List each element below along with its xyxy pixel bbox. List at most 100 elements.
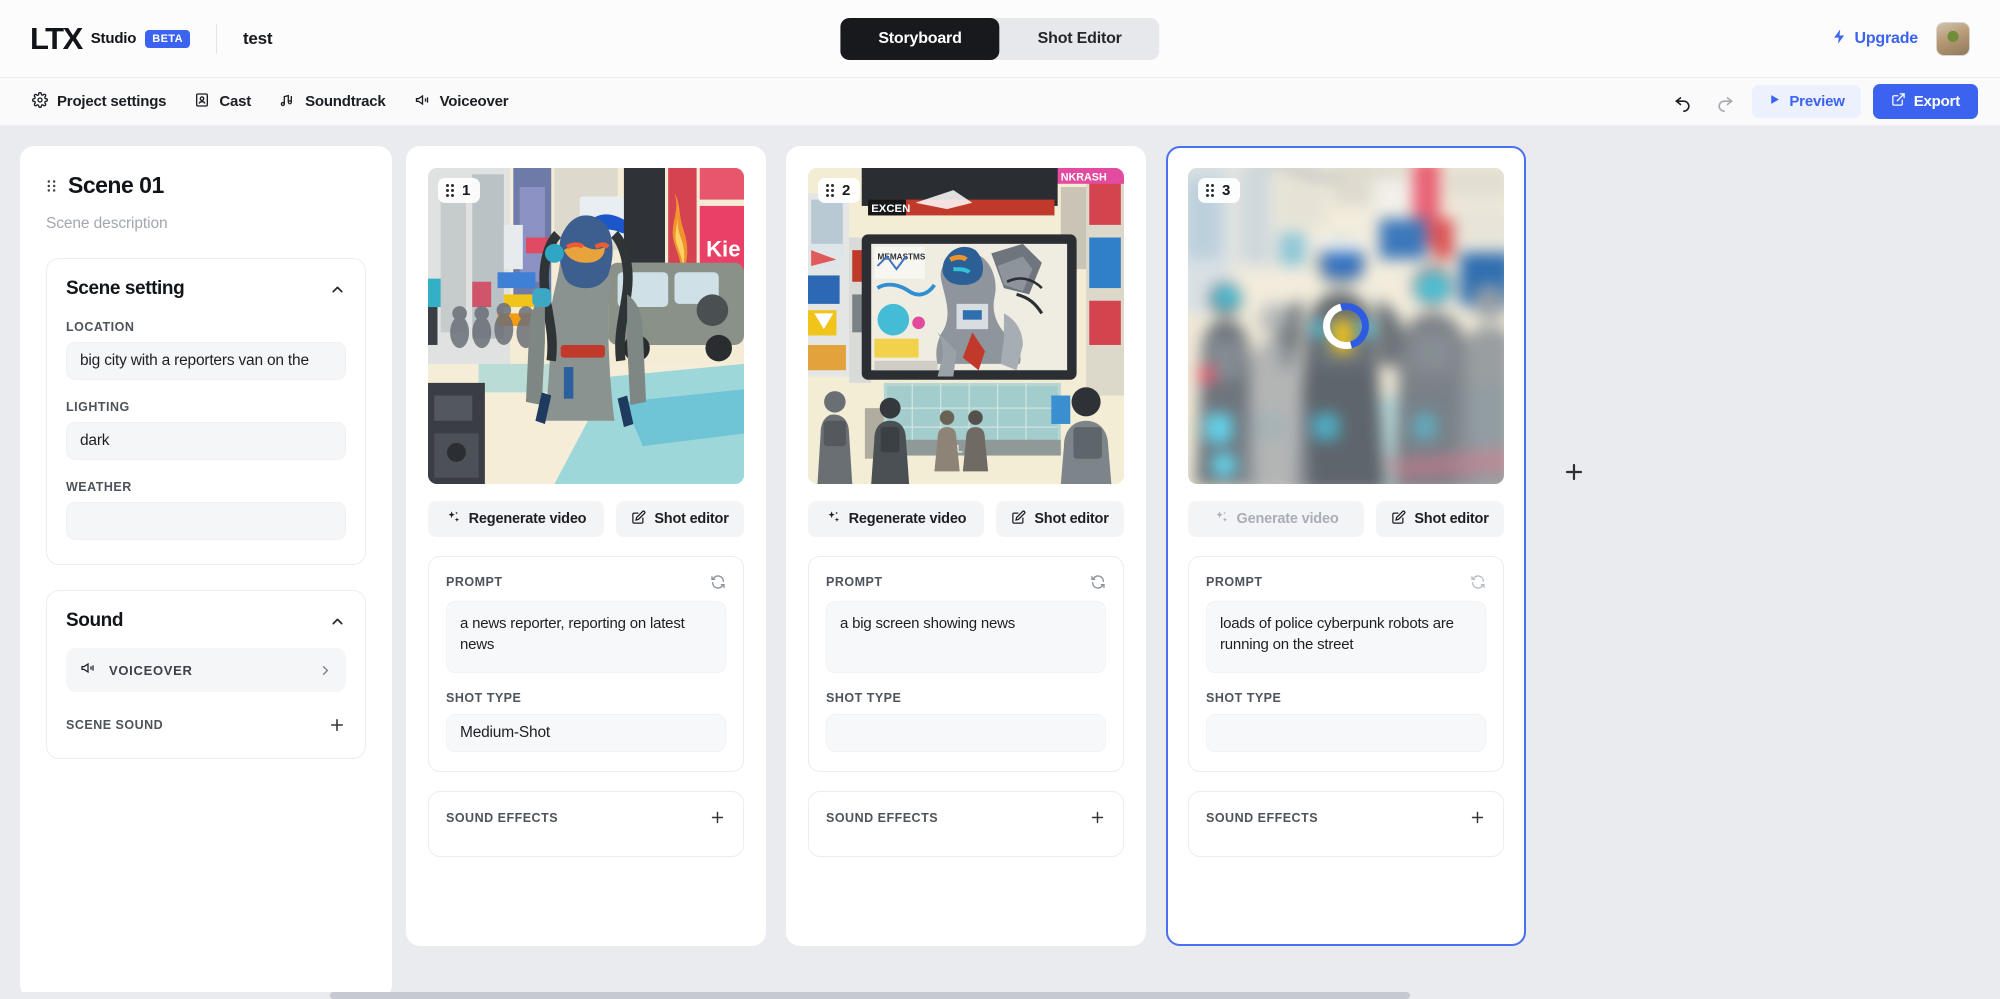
shot-thumbnail[interactable]: 3 <box>1188 168 1504 484</box>
shot-editor-button[interactable]: Shot editor <box>616 501 744 537</box>
toolbar-item-project-settings[interactable]: Project settings <box>18 86 180 118</box>
workspace: Scene 01 Scene description Scene setting… <box>0 126 2000 999</box>
plus-icon[interactable] <box>709 809 726 826</box>
generate-video-button[interactable]: Generate video <box>1188 501 1364 537</box>
field-label-weather: WEATHER <box>66 480 132 494</box>
shot-type-label: SHOT TYPE <box>826 691 902 705</box>
regenerate-video-button[interactable]: Regenerate video <box>808 501 984 537</box>
shot-thumbnail[interactable]: 2 NKRASH EXCEN MEMASTMS <box>808 168 1124 484</box>
shot-card[interactable]: 3 Generate video Shot editor PROMPT load… <box>1166 146 1526 946</box>
sound-effects-panel: SOUND EFFECTS <box>808 791 1124 857</box>
toolbar-item-voiceover[interactable]: Voiceover <box>400 86 523 118</box>
redo-arrow-icon[interactable] <box>1710 87 1740 117</box>
drag-handle-icon <box>826 184 834 197</box>
shot-actions: Generate video Shot editor <box>1188 501 1504 537</box>
shot-type-input[interactable]: Medium-Shot <box>446 714 726 752</box>
voiceover-label: VOICEOVER <box>109 662 193 678</box>
chevron-up-icon[interactable] <box>329 613 346 630</box>
prompt-panel: PROMPT loads of police cyberpunk robots … <box>1188 556 1504 772</box>
sparkles-icon <box>1214 510 1229 529</box>
weather-input[interactable] <box>66 502 346 540</box>
shot-card[interactable]: 2 NKRASH EXCEN MEMASTMS Regenerate video… <box>786 146 1146 946</box>
person-card-icon <box>194 92 210 112</box>
preview-button[interactable]: Preview <box>1752 85 1861 118</box>
refresh-icon[interactable] <box>1090 574 1106 590</box>
svg-text:NKRASH: NKRASH <box>1061 172 1107 184</box>
prompt-label: PROMPT <box>1206 575 1263 589</box>
tab-shot-editor[interactable]: Shot Editor <box>1000 18 1160 60</box>
prompt-textarea[interactable]: a news reporter, reporting on latest new… <box>446 601 726 673</box>
add-shot-button[interactable] <box>1546 446 1602 502</box>
sound-effects-panel: SOUND EFFECTS <box>1188 791 1504 857</box>
edit-square-icon <box>1391 510 1406 529</box>
chevron-up-icon[interactable] <box>329 281 346 298</box>
edit-square-icon <box>631 510 646 529</box>
mode-switch: Storyboard Shot Editor <box>840 17 1160 60</box>
shot-type-input[interactable] <box>826 714 1106 752</box>
toolbar-right: Preview Export <box>1668 84 1978 119</box>
prompt-panel: PROMPT a news reporter, reporting on lat… <box>428 556 744 772</box>
refresh-icon[interactable] <box>710 574 726 590</box>
sparkles-icon <box>446 510 461 529</box>
sound-effects-label: SOUND EFFECTS <box>1206 810 1319 825</box>
plus-icon <box>1562 460 1586 489</box>
sound-section-header[interactable]: Sound <box>66 610 346 632</box>
loading-overlay <box>1188 168 1504 484</box>
toolbar-item-soundtrack[interactable]: Soundtrack <box>265 86 400 118</box>
prompt-label: PROMPT <box>446 575 503 589</box>
svg-text:EXCEN: EXCEN <box>871 203 910 215</box>
scene-description-placeholder[interactable]: Scene description <box>46 215 366 233</box>
tab-storyboard[interactable]: Storyboard <box>840 17 1000 60</box>
top-bar: LTX Studio BETA test Storyboard Shot Edi… <box>0 0 2000 78</box>
ltx-wordmark: LTX <box>30 21 83 56</box>
svg-text:Kie: Kie <box>706 236 740 261</box>
shot-type-label: SHOT TYPE <box>1206 691 1282 705</box>
scene-setting-title: Scene setting <box>66 278 185 299</box>
prompt-textarea[interactable]: a big screen showing news <box>826 601 1106 673</box>
shot-editor-button[interactable]: Shot editor <box>996 501 1124 537</box>
scene-panel: Scene 01 Scene description Scene setting… <box>20 146 392 999</box>
project-title[interactable]: test <box>243 29 273 49</box>
prompt-header: PROMPT <box>1206 574 1486 590</box>
toolbar-item-cast[interactable]: Cast <box>180 86 265 118</box>
sparkles-icon <box>826 510 841 529</box>
location-input[interactable]: big city with a reporters van on the <box>66 342 346 380</box>
shot-thumbnail[interactable]: 1 Kie <box>428 168 744 484</box>
prompt-textarea[interactable]: loads of police cyberpunk robots are run… <box>1206 601 1486 673</box>
plus-icon[interactable] <box>1469 809 1486 826</box>
export-button[interactable]: Export <box>1872 84 1978 119</box>
regenerate-video-button[interactable]: Regenerate video <box>428 501 604 537</box>
scene-sound-row: SCENE SOUND <box>66 716 346 734</box>
field-label-location: LOCATION <box>66 320 135 334</box>
scene-title[interactable]: Scene 01 <box>68 172 164 199</box>
undo-arrow-icon[interactable] <box>1668 87 1698 117</box>
shot-editor-button[interactable]: Shot editor <box>1376 501 1504 537</box>
brand-logo[interactable]: LTX Studio BETA <box>30 23 190 54</box>
music-note-icon <box>279 92 296 112</box>
shot-type-label: SHOT TYPE <box>446 691 522 705</box>
beta-badge: BETA <box>145 29 190 48</box>
plus-icon[interactable] <box>328 716 346 734</box>
app-root: LTX Studio BETA test Storyboard Shot Edi… <box>0 0 2000 999</box>
voiceover-row[interactable]: VOICEOVER <box>66 648 346 692</box>
upgrade-label: Upgrade <box>1854 29 1919 47</box>
avatar[interactable] <box>1936 21 1970 56</box>
shot-type-input[interactable] <box>1206 714 1486 752</box>
shot-number-badge[interactable]: 2 <box>818 178 861 203</box>
upgrade-button[interactable]: Upgrade <box>1831 28 1919 50</box>
shot-number: 1 <box>462 182 471 199</box>
toolbar-label-cast: Cast <box>219 93 252 110</box>
drag-handle-icon[interactable] <box>46 178 57 194</box>
lighting-input[interactable]: dark <box>66 422 346 460</box>
edit-square-icon <box>1011 510 1026 529</box>
shot-card[interactable]: 1 Kie Regenerate video Shot editor PROMP… <box>406 146 766 946</box>
refresh-icon[interactable] <box>1470 574 1486 590</box>
horizontal-scrollbar[interactable] <box>0 992 2000 999</box>
header-divider <box>215 23 217 54</box>
scrollbar-thumb[interactable] <box>330 992 1410 999</box>
toolbar-label-soundtrack: Soundtrack <box>305 93 386 110</box>
plus-icon[interactable] <box>1089 809 1106 826</box>
shot-number-badge[interactable]: 1 <box>438 178 481 203</box>
scene-setting-header[interactable]: Scene setting <box>66 278 346 300</box>
sound-section: Sound VOICEOVER SCENE SOUND <box>46 590 366 759</box>
